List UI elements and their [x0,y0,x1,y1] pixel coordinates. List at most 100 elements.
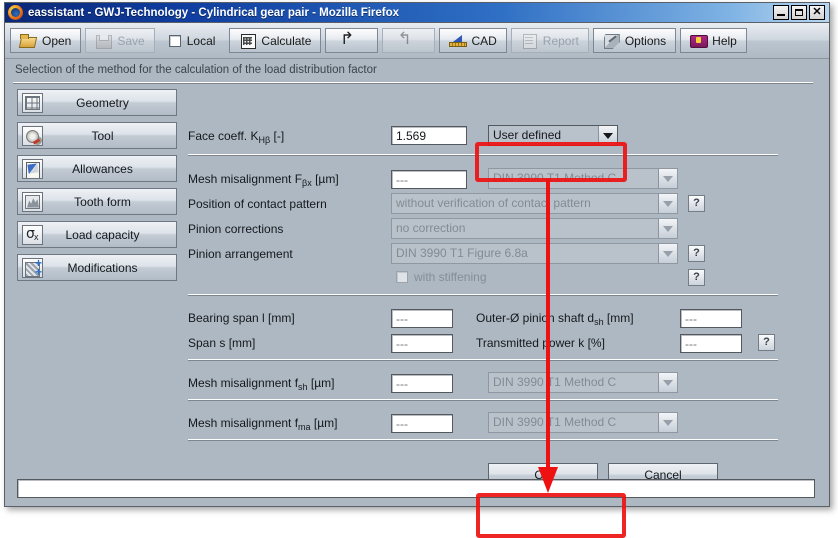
checkbox-box-icon [168,34,181,47]
book-icon [690,33,709,48]
open-button[interactable]: Open [10,28,82,53]
sidebar-item-label: Load capacity [65,227,140,242]
sidebar-item-tooth-form[interactable]: Tooth form [17,188,177,215]
face-coeff-method-value: User defined [489,126,598,145]
face-coeff-method-select[interactable]: User defined [488,125,618,146]
status-bar [17,479,815,498]
save-button-label: Save [117,33,145,48]
sidebar-item-allowances[interactable]: Allowances [17,155,177,182]
mesh-fbx-method-value: DIN 3990 T1 Method C [489,169,658,188]
mesh-misalignment-fma-method-select[interactable]: DIN 3990 T1 Method C [488,412,678,433]
with-stiffening-checkbox[interactable]: with stiffening [396,270,487,284]
close-icon: ✕ [812,6,822,18]
mesh-fbx-label-sub: βx [302,178,312,188]
help-icon-position-contact-pattern[interactable]: ? [688,195,705,212]
options-button-label: Options [624,33,667,48]
mesh-misalignment-fsh-label: Mesh misalignment fsh [µm] [188,376,334,392]
sidebar-item-geometry[interactable]: Geometry [17,89,177,116]
gear-cutter-icon [22,125,43,146]
cad-drafting-icon [449,33,468,48]
mesh-fma-label-main: Mesh misalignment f [188,416,299,430]
load-distribution-form: Face coeff. KHβ [-] 1.569 User defined M… [188,89,811,492]
mesh-misalignment-fbx-method-select[interactable]: DIN 3990 T1 Method C [488,168,678,189]
sidebar-item-label: Allowances [72,161,133,176]
save-button[interactable]: Save [85,28,155,53]
help-icon-transmitted-power[interactable]: ? [758,334,775,351]
pinion-arrangement-value: DIN 3990 T1 Figure 6.8a [392,244,658,263]
grid-icon [22,92,43,113]
chevron-down-icon[interactable] [658,244,677,263]
cad-button-label: CAD [471,33,497,48]
undo-button[interactable] [325,28,379,53]
position-contact-pattern-select[interactable]: without verification of contact pattern [391,193,678,214]
chart-sheet-icon [22,158,43,179]
maximize-button[interactable] [791,5,807,20]
undo-arrow-icon [340,33,358,48]
chevron-down-icon[interactable] [658,413,677,432]
sidebar-item-load-capacity[interactable]: Load capacity [17,221,177,248]
mesh-fma-method-value: DIN 3990 T1 Method C [489,413,658,432]
mesh-fma-label-unit: [µm] [313,416,338,430]
mesh-misalignment-fbx-label: Mesh misalignment Fβx [µm] [188,172,339,188]
pinion-corrections-select[interactable]: no correction [391,218,678,239]
main-toolbar: Open Save Local Calculate CAD Report [5,23,829,59]
pinion-corrections-value: no correction [392,219,658,238]
outer-d-label-main: Outer-Ø pinion shaft d [476,311,595,325]
mesh-misalignment-fma-label: Mesh misalignment fma [µm] [188,416,337,432]
sidebar-item-label: Geometry [76,95,129,110]
mesh-fsh-method-value: DIN 3990 T1 Method C [489,373,658,392]
window-controls: ✕ [773,5,827,20]
document-icon [521,33,538,49]
minimize-button[interactable] [773,5,789,20]
mesh-fsh-label-unit: [µm] [310,376,335,390]
chevron-down-icon[interactable] [658,219,677,238]
help-icon-with-stiffening[interactable]: ? [688,269,705,286]
sidebar-item-tool[interactable]: Tool [17,122,177,149]
with-stiffening-label: with stiffening [414,270,487,284]
chevron-down-icon[interactable] [658,373,677,392]
outer-diameter-pinion-shaft-input[interactable]: --- [680,309,742,328]
sidebar-item-label: Tool [91,128,114,143]
mesh-misalignment-fbx-input[interactable]: --- [391,170,467,189]
chevron-down-icon[interactable] [598,126,617,145]
redo-button[interactable] [382,28,436,53]
transmitted-power-input[interactable]: --- [680,334,742,353]
help-button-label: Help [712,33,737,48]
outer-diameter-pinion-shaft-label: Outer-Ø pinion shaft dsh [mm] [476,311,634,327]
divider-5 [188,439,778,441]
face-coeff-input[interactable]: 1.569 [391,126,467,145]
divider-4 [188,399,778,401]
calculator-icon [239,33,257,49]
calculate-button-label: Calculate [261,33,312,48]
span-s-input[interactable]: --- [391,334,453,353]
chevron-down-icon[interactable] [658,169,677,188]
help-button[interactable]: Help [680,28,747,53]
bearing-span-label: Bearing span l [mm] [188,311,295,325]
sigma-x-icon [22,224,43,245]
calculate-button[interactable]: Calculate [229,28,322,53]
bearing-span-input[interactable]: --- [391,309,453,328]
checkbox-box-icon [396,271,408,283]
close-button[interactable]: ✕ [809,5,825,20]
pinion-arrangement-label: Pinion arrangement [188,247,293,261]
sidebar-item-modifications[interactable]: Modifications [17,254,177,281]
local-checkbox[interactable]: Local [159,34,226,48]
face-coeff-label: Face coeff. KHβ [-] [188,129,284,145]
divider-1 [188,154,778,156]
mesh-misalignment-fma-input[interactable]: --- [391,414,453,433]
maximize-icon [795,9,803,16]
mesh-misalignment-fsh-method-select[interactable]: DIN 3990 T1 Method C [488,372,678,393]
transmitted-power-label: Transmitted power k [%] [476,336,605,350]
tooth-profile-icon [22,191,43,212]
options-button[interactable]: Options [592,28,677,53]
pinion-arrangement-select[interactable]: DIN 3990 T1 Figure 6.8a [391,243,678,264]
sidebar: Geometry Tool Allowances Tooth form Load… [17,89,177,281]
mesh-fsh-label-main: Mesh misalignment f [188,376,299,390]
mesh-misalignment-fsh-input[interactable]: --- [391,374,453,393]
report-button[interactable]: Report [510,28,589,53]
cad-button[interactable]: CAD [439,28,507,53]
help-icon-pinion-arrangement[interactable]: ? [688,245,705,262]
chevron-down-icon[interactable] [658,194,677,213]
pinion-corrections-label: Pinion corrections [188,222,284,236]
page-title: Selection of the method for the calculat… [15,64,377,76]
